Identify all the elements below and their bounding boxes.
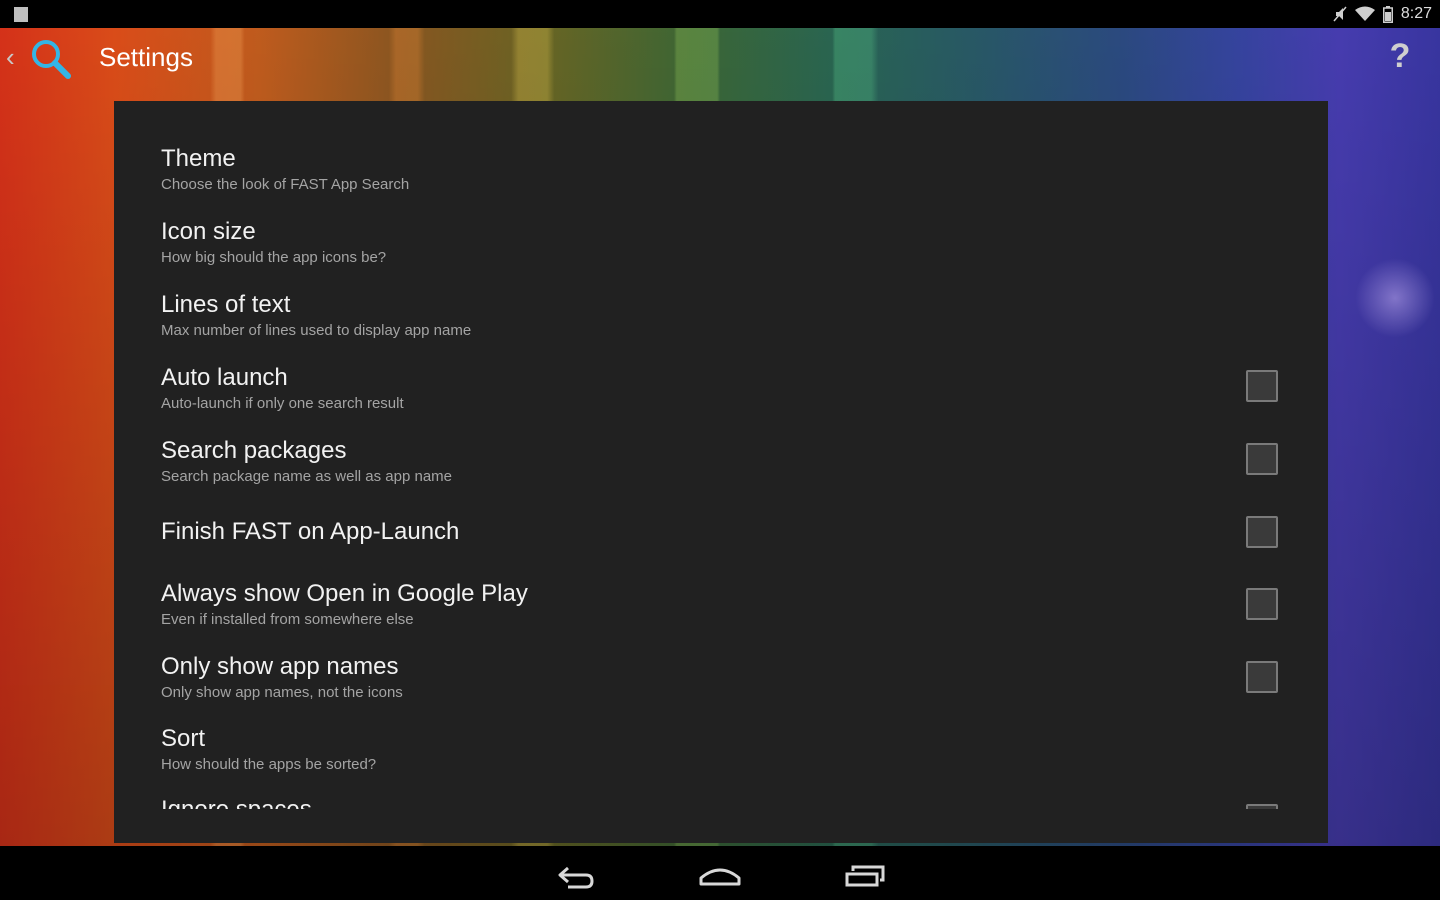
pref-summary: Search package name as well as app name bbox=[161, 468, 453, 485]
pref-icon-size[interactable]: Icon size How big should the app icons b… bbox=[114, 216, 1328, 288]
pref-summary: How big should the app icons be? bbox=[161, 249, 387, 266]
chevron-left-icon[interactable]: ‹ bbox=[6, 42, 15, 72]
help-button[interactable]: ? bbox=[1378, 34, 1422, 78]
google-play-checkbox[interactable] bbox=[1246, 588, 1278, 620]
search-icon[interactable] bbox=[28, 36, 74, 82]
pref-always-show-google-play[interactable]: Always show Open in Google Play Even if … bbox=[114, 580, 1328, 652]
action-bar: ‹ Settings ? bbox=[0, 28, 1440, 88]
pref-title: Always show Open in Google Play bbox=[161, 580, 528, 607]
pref-title: Search packages bbox=[161, 437, 347, 464]
navigation-bar bbox=[0, 846, 1440, 900]
pref-lines-of-text[interactable]: Lines of text Max number of lines used t… bbox=[114, 289, 1328, 361]
pref-auto-launch[interactable]: Auto launch Auto-launch if only one sear… bbox=[114, 362, 1328, 434]
pref-title: Lines of text bbox=[161, 291, 291, 318]
recent-apps-icon[interactable] bbox=[835, 854, 895, 894]
pref-title: Theme bbox=[161, 145, 236, 172]
status-icons: 8:27 bbox=[1333, 4, 1432, 24]
pref-title: Icon size bbox=[161, 218, 256, 245]
pref-search-packages[interactable]: Search packages Search package name as w… bbox=[114, 435, 1328, 507]
pref-summary: Even if installed from somewhere else bbox=[161, 611, 414, 628]
pref-title: Only show app names bbox=[161, 653, 399, 680]
pref-title: Ignore spaces bbox=[161, 796, 312, 809]
notification-icon bbox=[14, 7, 28, 22]
pref-summary: Max number of lines used to display app … bbox=[161, 322, 472, 339]
only-app-names-checkbox[interactable] bbox=[1246, 661, 1278, 693]
preference-list[interactable]: Theme Choose the look of FAST App Search… bbox=[114, 101, 1328, 809]
pref-title: Sort bbox=[161, 725, 206, 752]
battery-icon bbox=[1382, 5, 1393, 23]
back-icon[interactable] bbox=[546, 854, 606, 894]
android-screen: 8:27 ‹ Settings ? Theme Choose the look … bbox=[0, 0, 1440, 900]
wallpaper-glow bbox=[1355, 258, 1435, 338]
search-packages-checkbox[interactable] bbox=[1246, 443, 1278, 475]
clock: 8:27 bbox=[1400, 5, 1432, 22]
pref-summary: Auto-launch if only one search result bbox=[161, 395, 404, 412]
pref-summary: How should the apps be sorted? bbox=[161, 756, 377, 773]
home-icon[interactable] bbox=[690, 854, 750, 894]
wifi-icon bbox=[1354, 6, 1375, 22]
status-bar: 8:27 bbox=[0, 0, 1440, 28]
pref-title: Auto launch bbox=[161, 364, 288, 391]
pref-summary: Only show app names, not the icons bbox=[161, 684, 403, 701]
pref-sort[interactable]: Sort How should the apps be sorted? bbox=[114, 725, 1328, 797]
pref-theme[interactable]: Theme Choose the look of FAST App Search bbox=[114, 143, 1328, 215]
pref-finish-fast[interactable]: Finish FAST on App-Launch bbox=[114, 508, 1328, 580]
mute-icon bbox=[1333, 6, 1347, 22]
pref-title: Finish FAST on App-Launch bbox=[161, 518, 460, 545]
page-title: Settings bbox=[99, 42, 193, 72]
ignore-spaces-checkbox[interactable] bbox=[1246, 804, 1278, 809]
pref-summary: Choose the look of FAST App Search bbox=[161, 176, 410, 193]
pref-ignore-spaces[interactable]: Ignore spaces bbox=[114, 796, 1328, 809]
pref-only-show-app-names[interactable]: Only show app names Only show app names,… bbox=[114, 653, 1328, 725]
settings-panel: Theme Choose the look of FAST App Search… bbox=[114, 101, 1328, 843]
finish-fast-checkbox[interactable] bbox=[1246, 516, 1278, 548]
auto-launch-checkbox[interactable] bbox=[1246, 370, 1278, 402]
